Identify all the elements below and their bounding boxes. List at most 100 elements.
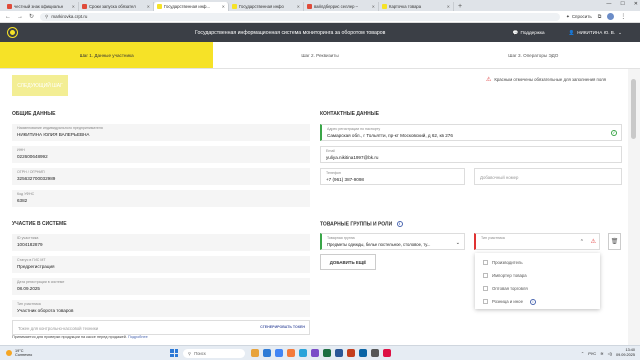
excel-icon[interactable] <box>323 349 331 357</box>
sun-icon <box>6 350 12 356</box>
inn-value: 022600648992 <box>17 154 48 159</box>
back-icon[interactable]: ← <box>5 14 11 20</box>
role-option-retail[interactable]: Розница и иное i <box>475 295 600 308</box>
support-label: Поддержка <box>520 30 545 35</box>
browser-tab[interactable]: Государственная инфо ✕ <box>229 2 304 11</box>
close-tab-icon[interactable]: ✕ <box>220 4 225 9</box>
close-tab-icon[interactable]: ✕ <box>70 4 75 9</box>
chevron-down-icon: ⌄ <box>618 29 622 35</box>
url-field[interactable]: ⚲ markirovka.crpt.ru <box>40 12 561 21</box>
address-bar: ← → ↻ ⚲ markirovka.crpt.ru ✦ Спросить ⧉ … <box>0 11 640 23</box>
profile-avatar[interactable] <box>607 13 615 20</box>
info-icon[interactable]: i <box>529 298 536 305</box>
new-tab-button[interactable]: + <box>454 2 466 11</box>
minimize-button[interactable]: — <box>606 1 611 7</box>
role-option-importer[interactable]: Импортер товара <box>475 269 600 282</box>
ufns-field: Код УФНС 6382 <box>12 190 310 207</box>
maximize-button[interactable]: ☐ <box>620 1 624 7</box>
warning-icon: ⚠ <box>485 77 492 83</box>
cash-token-field[interactable]: Токен для контрольно-кассовой техники СГ… <box>12 320 310 335</box>
user-menu[interactable]: 👤 НИКИТИНА Ю. В. ⌄ <box>569 30 623 36</box>
clock[interactable]: 13:40 09.09.2025 <box>616 348 635 357</box>
powerpoint-icon[interactable] <box>347 349 355 357</box>
chevron-up-icon: ⌃ <box>579 239 584 245</box>
favicon-icon <box>307 4 312 9</box>
close-tab-icon[interactable]: ✕ <box>445 4 450 9</box>
teams-icon[interactable] <box>311 349 319 357</box>
start-button[interactable] <box>170 349 178 357</box>
checkbox[interactable] <box>483 273 488 278</box>
name-value: НИКИТИНА ЮЛИЯ ВАЛЕРЬЕВНА <box>17 132 90 137</box>
role-select[interactable]: Тип участника ⌃ ⚠ <box>474 233 600 250</box>
search-icon: ⚲ <box>188 350 192 356</box>
wifi-icon[interactable]: ≋ <box>600 351 603 356</box>
info-icon[interactable]: i <box>396 221 403 227</box>
bottom-note: Принимается для проверки продукции на ка… <box>12 335 148 339</box>
phone-field[interactable]: Телефон +7 (961) 387-9098 <box>320 168 465 185</box>
chevron-up-icon[interactable]: ⌃ <box>581 351 584 356</box>
menu-icon[interactable]: ⋮ <box>620 13 626 20</box>
media-icon[interactable] <box>383 349 391 357</box>
extra-phone-field[interactable]: Добавочный номер <box>474 168 622 185</box>
telegram-icon[interactable] <box>299 349 307 357</box>
role-label: Тип участника <box>481 236 505 240</box>
browser-tab[interactable]: честный знак официальн ✕ <box>4 2 79 11</box>
user-icon: 👤 <box>568 29 575 35</box>
address-field[interactable]: Адрес регистрации по паспорту Самарская … <box>320 124 622 141</box>
taskbar-apps <box>251 349 391 357</box>
scrollbar-thumb[interactable] <box>631 79 636 139</box>
word-icon[interactable] <box>335 349 343 357</box>
ask-button[interactable]: ✦ Спросить <box>566 14 592 20</box>
role-option-wholesale[interactable]: Оптовая торговля <box>475 282 600 295</box>
checkbox[interactable] <box>483 286 488 291</box>
browser-tab[interactable]: Государственная инф... ✕ <box>154 2 229 11</box>
volume-icon[interactable]: ◁) <box>608 351 612 356</box>
close-tab-icon[interactable]: ✕ <box>370 4 375 9</box>
delete-group-button[interactable]: 🗑 <box>608 233 621 250</box>
reload-icon[interactable]: ↻ <box>29 13 34 20</box>
weather-widget[interactable]: 19°C Солнечно <box>0 349 70 358</box>
user-name: НИКИТИНА Ю. В. <box>577 30 616 35</box>
step-1[interactable]: Шаг 1. Данные участника <box>0 42 214 69</box>
taskbar-search[interactable]: ⚲ Поиск <box>183 348 245 358</box>
extensions-icon[interactable]: ⧉ <box>598 14 602 20</box>
support-link[interactable]: 💬 Поддержка <box>513 30 545 36</box>
taskbar-search-placeholder: Поиск <box>194 350 206 356</box>
chrome-icon[interactable] <box>275 349 283 357</box>
browser-tab[interactable]: вайлдберрис селлер – ✕ <box>304 2 379 11</box>
participant-type-field: Тип участника Участник оборота товаров <box>12 300 310 317</box>
scrollbar[interactable] <box>628 69 640 345</box>
browser-tab[interactable]: Сроки запуска обязател ✕ <box>79 2 154 11</box>
step-3[interactable]: Шаг 3. Операторы ЭДО <box>426 42 640 69</box>
step-2[interactable]: Шаг 2. Реквизиты <box>213 42 427 69</box>
favicon-icon <box>7 4 12 9</box>
close-window-button[interactable]: ✕ <box>634 1 638 7</box>
forward-icon[interactable]: → <box>17 14 23 20</box>
close-tab-icon[interactable]: ✕ <box>295 4 300 9</box>
role-option-manufacturer[interactable]: Производитель <box>475 256 600 269</box>
more-info-link[interactable]: Подробнее <box>128 335 148 339</box>
site-info-icon[interactable]: ⚲ <box>45 14 48 20</box>
product-group-value: Предметы одежды, белье постельное, столо… <box>327 242 431 247</box>
bottom-note-text: Принимается для проверки продукции на ка… <box>12 335 126 339</box>
add-more-button[interactable]: ДОБАВИТЬ ЕЩЁ <box>320 254 376 270</box>
browser-tab[interactable]: Карточка товара ✕ <box>379 2 454 11</box>
generate-token-link[interactable]: СГЕНЕРИРОВАТЬ ТОКЕН <box>260 325 305 329</box>
next-step-button[interactable]: СЛЕДУЮЩИЙ ШАГ <box>12 75 68 96</box>
settings-icon[interactable] <box>371 349 379 357</box>
edge-icon[interactable] <box>263 349 271 357</box>
checkbox[interactable] <box>483 299 488 304</box>
role-option-label: Импортер товара <box>492 273 527 278</box>
status-value: Предрегистрация <box>17 264 55 269</box>
email-field[interactable]: Email yuliya.nikitina1997@bk.ru <box>320 146 622 163</box>
outlook-icon[interactable] <box>359 349 367 357</box>
favicon-icon <box>232 4 237 9</box>
language-indicator[interactable]: РУС <box>588 351 596 356</box>
logo-icon[interactable] <box>8 28 17 37</box>
checkbox[interactable] <box>483 260 488 265</box>
ask-label: Спросить <box>571 14 592 19</box>
product-group-select[interactable]: Товарная группа Предметы одежды, белье п… <box>320 233 465 250</box>
file-explorer-icon[interactable] <box>251 349 259 357</box>
close-tab-icon[interactable]: ✕ <box>145 4 150 9</box>
yandex-browser-icon[interactable] <box>287 349 295 357</box>
